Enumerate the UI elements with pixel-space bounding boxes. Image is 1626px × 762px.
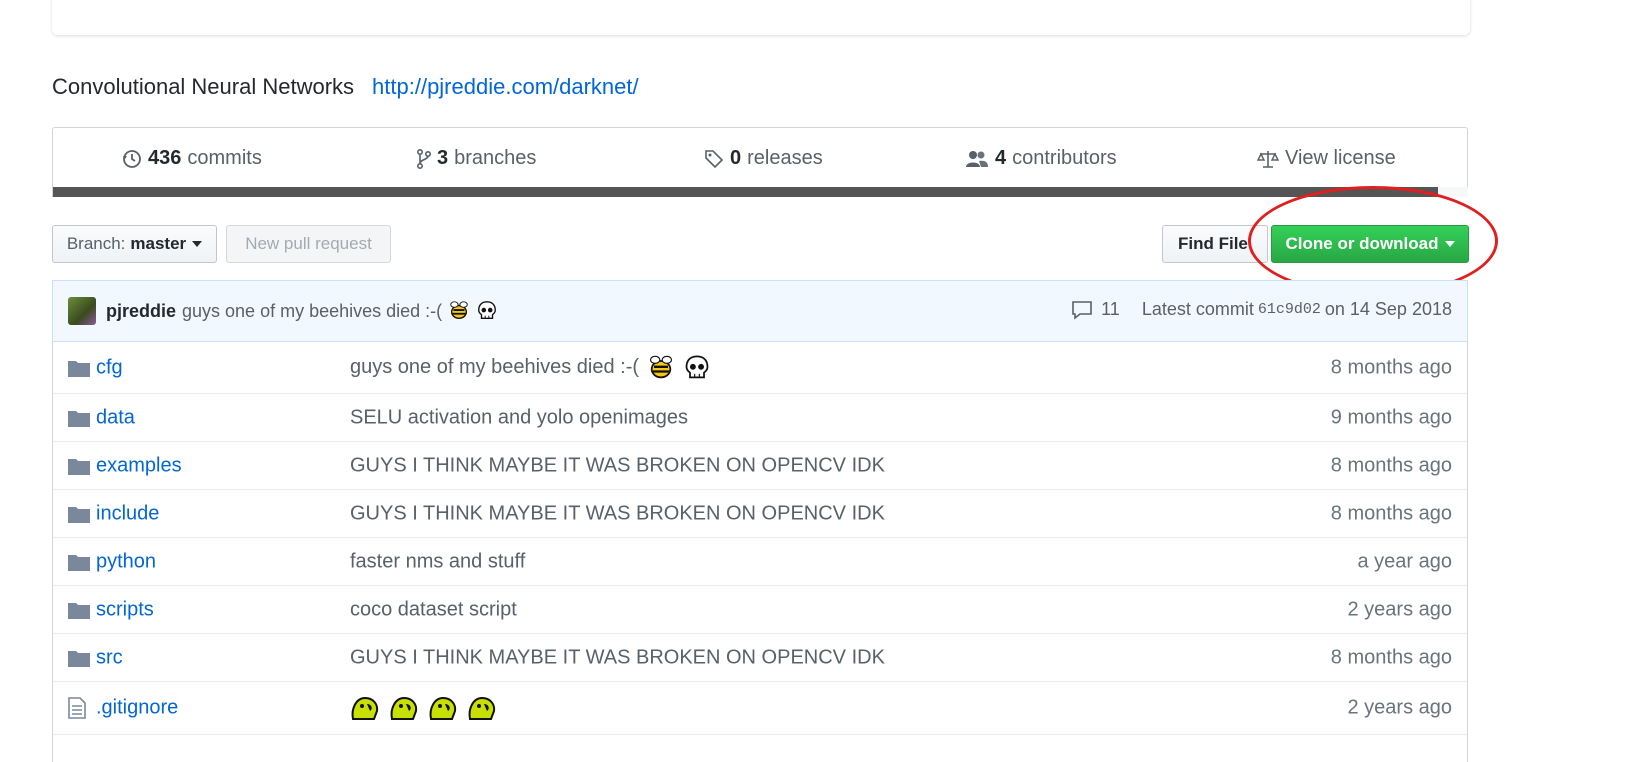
file-age: 8 months ago — [1330, 454, 1452, 476]
parrot-emoji-group — [350, 695, 497, 721]
file-age: a year ago — [1357, 550, 1452, 572]
file-row-cfg: cfg guys one of my beehives died :-( 8 m… — [53, 342, 1467, 394]
language-bar-remainder — [1438, 187, 1468, 197]
commit-meta: 11 Latest commit 61c9d02 on 14 Sep 2018 — [1071, 299, 1452, 320]
branch-icon — [417, 148, 431, 169]
comment-count[interactable]: 11 — [1101, 299, 1120, 320]
commit-message[interactable]: guys one of my beehives died :-( — [182, 301, 442, 322]
file-link[interactable]: cfg — [96, 356, 123, 379]
file-commit-message[interactable]: GUYS I THINK MAYBE IT WAS BROKEN ON OPEN… — [350, 646, 885, 669]
folder-icon — [68, 458, 90, 475]
header-card — [52, 0, 1470, 35]
skull-emoji-icon — [685, 354, 709, 378]
file-commit-message[interactable]: coco dataset script — [350, 598, 517, 621]
chevron-down-icon — [192, 241, 203, 247]
latest-commit-bar: pjreddie guys one of my beehives died :-… — [52, 280, 1468, 342]
commits-link[interactable]: 436 commits — [122, 147, 262, 170]
people-icon — [966, 150, 988, 167]
bee-emoji-icon — [649, 355, 673, 378]
description-text: Convolutional Neural Networks — [52, 74, 355, 99]
file-link[interactable]: .gitignore — [96, 697, 178, 720]
file-link[interactable]: python — [96, 550, 156, 573]
latest-commit-label: Latest commit — [1141, 299, 1254, 319]
license-link[interactable]: View license — [1257, 147, 1396, 170]
repo-description: Convolutional Neural Networks http://pjre… — [52, 74, 639, 100]
file-commit-message[interactable]: guys one of my beehives died :-( — [350, 354, 711, 382]
folder-icon — [68, 602, 90, 619]
contributors-count: 4 — [995, 147, 1007, 169]
file-link[interactable]: examples — [96, 454, 182, 477]
commit-sha[interactable]: 61c9d02 — [1258, 301, 1321, 318]
commits-count: 436 — [148, 147, 182, 169]
file-link[interactable]: data — [96, 406, 135, 429]
commit-author[interactable]: pjreddie — [106, 301, 176, 322]
file-age: 2 years ago — [1347, 696, 1452, 719]
file-row-python: python faster nms and stuff a year ago — [53, 538, 1467, 586]
folder-icon — [68, 410, 90, 427]
file-list: cfg guys one of my beehives died :-( 8 m… — [52, 342, 1468, 762]
clone-label: Clone or download — [1285, 234, 1439, 253]
history-icon — [123, 149, 141, 168]
releases-count: 0 — [730, 147, 742, 169]
releases-link[interactable]: 0 releases — [704, 147, 823, 170]
parrot-emoji-icon — [468, 696, 496, 720]
branches-link[interactable]: 3 branches — [417, 147, 536, 170]
contributors-label: contributors — [1012, 147, 1117, 169]
releases-label: releases — [747, 147, 823, 169]
folder-icon — [68, 506, 90, 523]
contributors-link[interactable]: 4 contributors — [965, 147, 1117, 170]
comment-icon[interactable] — [1071, 300, 1093, 320]
homepage-link[interactable]: http://pjreddie.com/darknet/ — [372, 74, 639, 99]
file-link[interactable]: include — [96, 502, 159, 525]
file-row-include: include GUYS I THINK MAYBE IT WAS BROKEN… — [53, 490, 1467, 538]
avatar[interactable] — [68, 297, 96, 325]
branches-label: branches — [454, 147, 537, 169]
folder-icon — [68, 650, 90, 667]
law-icon — [1257, 150, 1279, 168]
parrot-emoji-icon — [429, 696, 457, 720]
file-commit-message[interactable]: GUYS I THINK MAYBE IT WAS BROKEN ON OPEN… — [350, 502, 885, 525]
commit-date: on 14 Sep 2018 — [1324, 299, 1452, 319]
chevron-down-icon — [1444, 241, 1455, 247]
folder-icon — [68, 360, 90, 377]
folder-icon — [68, 554, 90, 571]
file-commit-text: guys one of my beehives died :-( — [350, 356, 640, 378]
file-age: 8 months ago — [1330, 502, 1452, 524]
file-commit-message[interactable]: SELU activation and yolo openimages — [350, 406, 688, 429]
file-commit-message[interactable]: GUYS I THINK MAYBE IT WAS BROKEN ON OPEN… — [350, 454, 885, 477]
branch-name: master — [130, 234, 187, 253]
language-bar[interactable] — [53, 187, 1438, 197]
branch-select-button[interactable]: Branch: master — [52, 225, 217, 263]
branches-count: 3 — [437, 147, 449, 169]
file-link[interactable]: scripts — [96, 598, 154, 621]
parrot-emoji-icon — [390, 696, 418, 720]
find-file-button[interactable]: Find File — [1162, 225, 1268, 263]
file-link[interactable]: src — [96, 646, 123, 669]
commits-label: commits — [187, 147, 262, 169]
branch-prefix: Branch: — [66, 234, 126, 253]
parrot-emoji-icon — [351, 696, 379, 720]
file-row-examples: examples GUYS I THINK MAYBE IT WAS BROKE… — [53, 442, 1467, 490]
file-age: 8 months ago — [1330, 646, 1452, 668]
bee-emoji-icon — [450, 301, 468, 320]
file-row-src: src GUYS I THINK MAYBE IT WAS BROKEN ON … — [53, 634, 1467, 682]
file-commit-message[interactable] — [350, 695, 497, 721]
file-age: 9 months ago — [1330, 406, 1452, 428]
file-age: 8 months ago — [1330, 356, 1452, 378]
tag-icon — [705, 149, 724, 168]
clone-download-button[interactable]: Clone or download — [1271, 225, 1469, 263]
file-commit-message[interactable]: faster nms and stuff — [350, 550, 525, 573]
file-age: 2 years ago — [1347, 598, 1452, 620]
new-pull-request-button[interactable]: New pull request — [226, 225, 391, 263]
license-label: View license — [1285, 147, 1396, 169]
file-row-gitignore: .gitignore 2 years ago — [53, 682, 1467, 735]
file-row-data: data SELU activation and yolo openimages… — [53, 394, 1467, 442]
skull-emoji-icon — [478, 301, 497, 320]
file-row-scripts: scripts coco dataset script 2 years ago — [53, 586, 1467, 634]
file-text-icon — [68, 697, 86, 719]
